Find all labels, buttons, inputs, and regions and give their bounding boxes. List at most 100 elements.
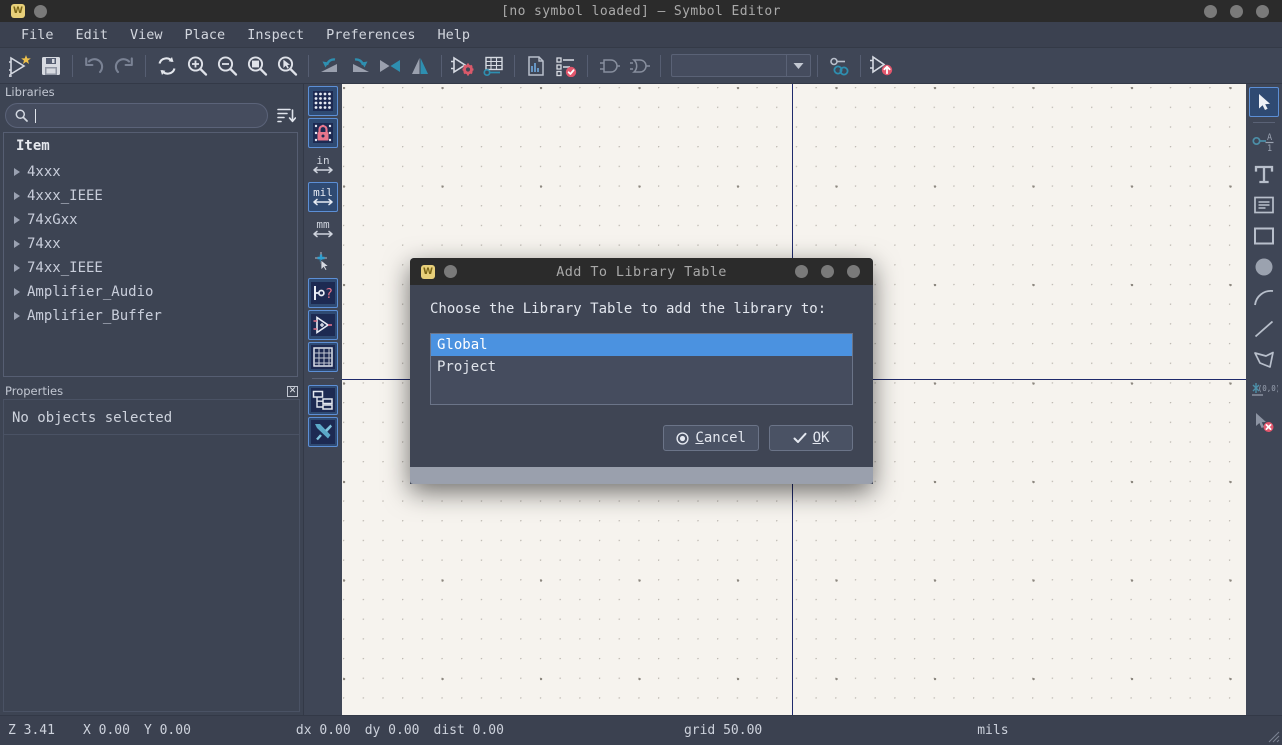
tools-icon[interactable] [308, 417, 338, 447]
export-symbol-icon[interactable] [867, 51, 897, 81]
select-arrow-icon[interactable] [1249, 87, 1279, 117]
dialog-resize-grip[interactable] [410, 467, 873, 484]
chevron-right-icon[interactable] [14, 312, 20, 320]
library-tree-item[interactable]: 74xGxx [4, 208, 297, 232]
dialog-minimize-button[interactable] [795, 265, 808, 278]
add-line-icon[interactable] [1249, 314, 1279, 344]
chevron-right-icon[interactable] [14, 216, 20, 224]
units-mils-icon[interactable]: mil [308, 182, 338, 212]
mirror-vertical-icon[interactable] [405, 51, 435, 81]
dialog-maximize-button[interactable] [821, 265, 834, 278]
chevron-down-icon[interactable] [786, 55, 810, 76]
menu-file[interactable]: File [10, 24, 65, 46]
rotate-cw-icon[interactable] [345, 51, 375, 81]
menu-help[interactable]: Help [427, 24, 482, 46]
zoom-fit-icon[interactable] [242, 51, 272, 81]
save-icon[interactable] [36, 51, 66, 81]
sort-filter-button[interactable] [273, 103, 298, 128]
units-inches-icon[interactable]: in [308, 150, 338, 180]
svg-text:1: 1 [1267, 144, 1272, 154]
resize-grip[interactable] [1266, 729, 1280, 743]
pin-electrical-type-icon[interactable]: ? [308, 278, 338, 308]
cancel-button[interactable]: Cancel [663, 425, 759, 451]
chevron-right-icon[interactable] [14, 240, 20, 248]
library-tree-item[interactable]: 74xx_IEEE [4, 256, 297, 280]
menu-view[interactable]: View [119, 24, 174, 46]
toolbar-separator [441, 55, 442, 77]
chevron-right-icon[interactable] [14, 192, 20, 200]
minimize-button[interactable] [1204, 5, 1217, 18]
cursor-crosshair-icon[interactable] [308, 246, 338, 276]
demorgan-alternate-icon[interactable] [624, 51, 654, 81]
menu-preferences[interactable]: Preferences [315, 24, 426, 46]
library-tree-item[interactable]: 74xx [4, 232, 297, 256]
libraries-panel-title: Libraries [5, 85, 55, 99]
add-pin-icon[interactable]: A 1 [1249, 128, 1279, 158]
library-table-listbox[interactable]: Global Project [430, 333, 853, 405]
status-units[interactable]: mils [977, 716, 1008, 745]
add-textbox-icon[interactable] [1249, 190, 1279, 220]
grid-lock-icon[interactable] [308, 118, 338, 148]
library-tree-item[interactable]: 4xxx [4, 160, 297, 184]
dialog-close-button[interactable] [847, 265, 860, 278]
show-grid-table-icon[interactable] [308, 342, 338, 372]
search-input[interactable] [5, 103, 268, 128]
new-symbol-icon[interactable] [6, 51, 36, 81]
svg-text:A: A [1267, 133, 1272, 143]
add-text-icon[interactable] [1249, 159, 1279, 189]
properties-panel-body: No objects selected [3, 399, 300, 712]
library-tree-item-label: Amplifier_Buffer [27, 308, 162, 324]
dialog-window-controls [795, 265, 873, 278]
set-anchor-icon[interactable]: (0,0) [1249, 376, 1279, 406]
zoom-out-icon[interactable] [212, 51, 242, 81]
unit-selector-combobox[interactable] [671, 54, 811, 77]
undo-icon[interactable] [79, 51, 109, 81]
pin-link-icon[interactable] [824, 51, 854, 81]
status-grid[interactable]: grid 50.00 [684, 716, 762, 745]
pin-table-icon[interactable] [478, 51, 508, 81]
add-rectangle-icon[interactable] [1249, 221, 1279, 251]
ok-button[interactable]: OK [769, 425, 853, 451]
right-vertical-toolbar: A 1 [1246, 84, 1282, 715]
library-tree-item[interactable]: 4xxx_IEEE [4, 184, 297, 208]
libraries-tree[interactable]: Item 4xxx 4xxx_IEEE 74xGxx 74xx [3, 132, 298, 377]
check-symbol-icon[interactable] [551, 51, 581, 81]
grid-toggle-icon[interactable] [308, 86, 338, 116]
add-polygon-icon[interactable] [1249, 345, 1279, 375]
hierarchy-tree-icon[interactable] [308, 385, 338, 415]
units-millimeters-icon[interactable]: mm [308, 214, 338, 244]
close-icon[interactable]: ✕ [287, 386, 298, 397]
chevron-right-icon[interactable] [14, 288, 20, 296]
delete-item-icon[interactable] [1249, 407, 1279, 437]
close-button[interactable] [1256, 5, 1269, 18]
window-menu-button[interactable] [34, 5, 47, 18]
chevron-right-icon[interactable] [14, 168, 20, 176]
status-dist: dist 0.00 [434, 716, 504, 745]
list-item-project[interactable]: Project [431, 356, 852, 378]
datasheet-icon[interactable] [521, 51, 551, 81]
library-tree-item-label: 4xxx [27, 164, 61, 180]
ok-rest: K [821, 430, 829, 446]
properties-empty-text: No objects selected [4, 400, 299, 426]
menu-inspect[interactable]: Inspect [236, 24, 315, 46]
menu-place[interactable]: Place [174, 24, 237, 46]
add-circle-icon[interactable] [1249, 252, 1279, 282]
add-arc-icon[interactable] [1249, 283, 1279, 313]
zoom-selection-icon[interactable] [272, 51, 302, 81]
symbol-properties-icon[interactable] [448, 51, 478, 81]
svg-text:?: ? [325, 287, 333, 302]
library-tree-item-label: 74xGxx [27, 212, 78, 228]
menu-edit[interactable]: Edit [65, 24, 120, 46]
zoom-in-icon[interactable] [182, 51, 212, 81]
show-pin-numbers-icon[interactable] [308, 310, 338, 340]
redo-icon[interactable] [109, 51, 139, 81]
rotate-ccw-icon[interactable] [315, 51, 345, 81]
mirror-horizontal-icon[interactable] [375, 51, 405, 81]
refresh-icon[interactable] [152, 51, 182, 81]
demorgan-standard-icon[interactable] [594, 51, 624, 81]
library-tree-item[interactable]: Amplifier_Buffer [4, 304, 297, 328]
list-item-global[interactable]: Global [431, 334, 852, 356]
library-tree-item[interactable]: Amplifier_Audio [4, 280, 297, 304]
chevron-right-icon[interactable] [14, 264, 20, 272]
maximize-button[interactable] [1230, 5, 1243, 18]
